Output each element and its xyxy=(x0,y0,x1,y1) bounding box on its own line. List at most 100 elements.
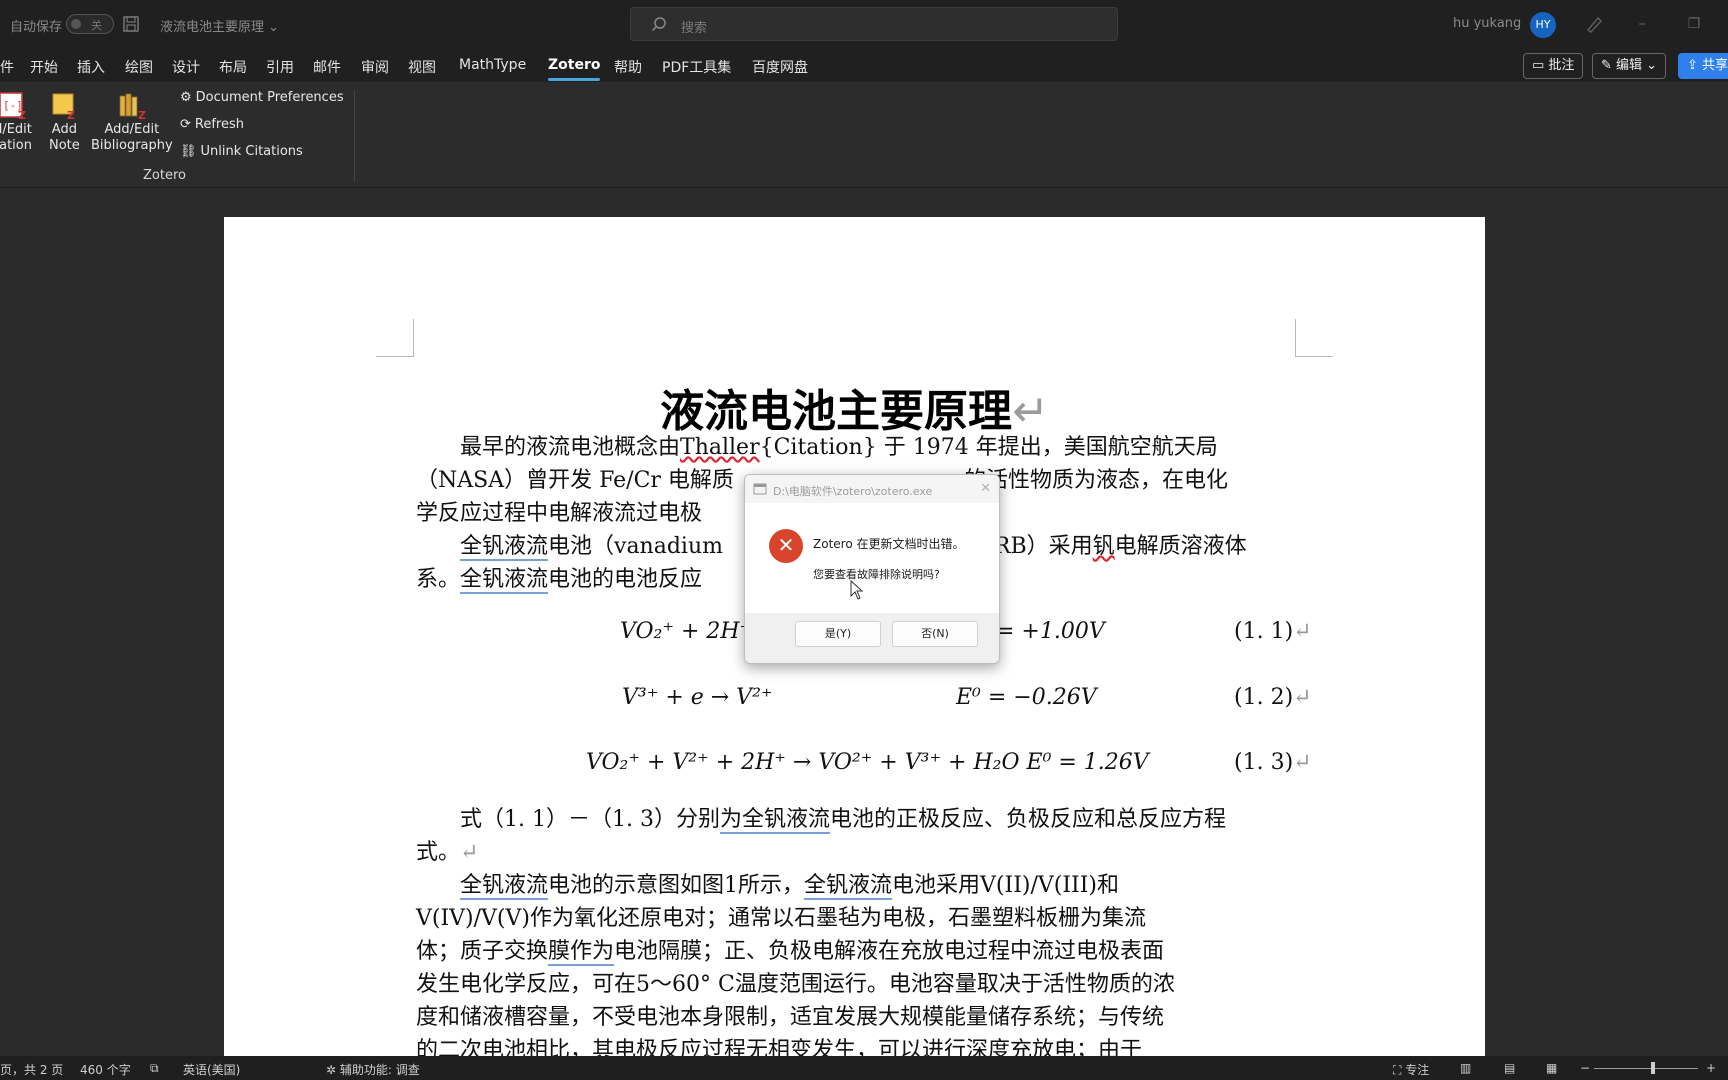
equation-1-right[interactable]: = +1.00V xyxy=(996,619,1105,644)
dialog-body: ✕ Zotero 在更新文档时出错。 您要查看故障排除说明吗? xyxy=(745,503,999,613)
menu-home[interactable]: 开始 xyxy=(30,57,58,77)
chevron-down-icon: ⌄ xyxy=(1642,58,1658,73)
error-dialog[interactable]: D:\电脑软件\zotero\zotero.exe ✕ ✕ Zotero 在更新… xyxy=(744,474,1000,664)
paragraph-line[interactable]: V(IV)/V(V)作为氧化还原电对；通常以石墨毡为电极，石墨塑料板栅为集流 xyxy=(416,902,1306,935)
page-count[interactable]: 页，共 2 页 xyxy=(0,1061,63,1078)
equation-number: (1. 3) xyxy=(1234,750,1294,775)
zoom-slider-thumb[interactable] xyxy=(1651,1062,1655,1074)
document-name-dropdown[interactable]: 液流电池主要原理 ⌄ xyxy=(160,16,279,35)
text-run: 电池隔膜；正、负极电解液在充放电过程中流过电极表面 xyxy=(614,939,1165,964)
close-icon[interactable]: ✕ xyxy=(980,481,991,496)
refresh-label: Refresh xyxy=(194,117,244,132)
restore-icon[interactable]: ❐ xyxy=(1682,12,1706,36)
gear-icon: ⚙ xyxy=(180,90,192,105)
paragraph-line[interactable]: 全钒液流电池的示意图如图1所示，全钒液流电池采用V(II)/V(III)和 xyxy=(416,869,1306,902)
margin-corner-mark xyxy=(376,319,414,357)
add-note-label-2: Note xyxy=(49,138,80,153)
zoom-in-icon[interactable]: + xyxy=(1706,1061,1716,1075)
read-mode-icon[interactable]: ▥ xyxy=(1460,1061,1471,1075)
paragraph-line[interactable]: 发生电化学反应，可在5～60° C温度范围运行。电池容量取决于活性物质的浓 xyxy=(416,968,1306,1001)
autosave-toggle[interactable]: 关 xyxy=(66,14,114,34)
comment-icon: ▭ xyxy=(1532,58,1549,73)
paragraph-line[interactable]: 最早的液流电池概念由Thaller{Citation} 于 1974 年提出，美… xyxy=(416,431,1306,464)
mouse-cursor-icon xyxy=(850,580,864,600)
menu-mathtype[interactable]: MathType xyxy=(459,57,526,73)
yes-button[interactable]: 是(Y) xyxy=(795,621,881,647)
pen-icon[interactable] xyxy=(1584,14,1604,34)
equation-2-right[interactable]: E⁰ = −0.26V xyxy=(956,685,1097,710)
menu-view[interactable]: 视图 xyxy=(408,57,436,77)
menu-insert[interactable]: 插入 xyxy=(77,57,105,77)
dialog-title-bar[interactable]: D:\电脑软件\zotero\zotero.exe ✕ xyxy=(745,475,999,503)
search-input[interactable]: 搜索 xyxy=(630,7,1118,41)
menu-file[interactable]: 件 xyxy=(0,57,14,77)
text-run: （NASA）曾开发 Fe/Cr 电解质 xyxy=(416,468,734,493)
unlink-citations-label: Unlink Citations xyxy=(200,144,303,159)
comments-button[interactable]: ▭ 批注 xyxy=(1523,53,1584,79)
add-note-label-1: Add xyxy=(51,122,77,137)
refresh-button[interactable]: ⟳ Refresh xyxy=(180,117,244,132)
text-run: 式。 xyxy=(416,840,461,865)
minimize-icon[interactable]: – xyxy=(1630,12,1654,36)
text-run: V(IV)/V(V)作为氧化还原电对；通常以石墨毡为电极，石墨塑料板栅为集流 xyxy=(416,906,1146,931)
menu-layout[interactable]: 布局 xyxy=(219,57,247,77)
zoom-out-icon[interactable]: − xyxy=(1580,1061,1590,1075)
menu-baidu-netdisk[interactable]: 百度网盘 xyxy=(752,57,808,77)
paragraph-line[interactable]: 度和储液槽容量，不受电池本身限制，适宜发展大规模能量储存系统；与传统 xyxy=(416,1001,1306,1034)
menu-bar: 件 开始 插入 绘图 设计 布局 引用 邮件 审阅 视图 MathType Zo… xyxy=(0,48,1728,82)
proofing-icon[interactable]: ⧉ xyxy=(150,1061,159,1076)
equation-1-number: (1. 1)↵ xyxy=(1234,619,1312,644)
paragraph-line[interactable]: 式（1. 1）－（1. 3）分别为全钒液流电池的正极反应、负极反应和总反应方程 xyxy=(416,803,1306,836)
menu-design[interactable]: 设计 xyxy=(172,57,200,77)
zoom-slider[interactable] xyxy=(1594,1068,1698,1069)
menu-help[interactable]: 帮助 xyxy=(614,57,642,77)
paragraph-line[interactable]: 式。↵ xyxy=(416,836,1306,869)
equation-2-left[interactable]: V³⁺ + e → V²⁺ xyxy=(622,685,773,710)
document-preferences-button[interactable]: ⚙ Document Preferences xyxy=(180,90,344,105)
user-name[interactable]: hu yukang xyxy=(1453,16,1521,31)
grammar-flag: 膜作为 xyxy=(548,939,615,966)
equation-3[interactable]: VO₂⁺ + V²⁺ + 2H⁺ → VO²⁺ + V³⁺ + H₂O E⁰ =… xyxy=(586,750,1149,775)
paragraph-mark: ↵ xyxy=(1293,750,1312,775)
unlink-citations-button[interactable]: ⛓ Unlink Citations xyxy=(180,144,303,159)
word-count[interactable]: 460 个字 xyxy=(80,1061,131,1078)
text-run: 度和储液槽容量，不受电池本身限制，适宜发展大规模能量储存系统；与传统 xyxy=(416,1005,1165,1030)
error-icon: ✕ xyxy=(769,529,803,563)
avatar[interactable]: HY xyxy=(1530,12,1556,38)
grammar-flag: 全钒液流 xyxy=(804,873,893,900)
edit-mode-button[interactable]: ✎ 编辑 ⌄ xyxy=(1592,53,1667,79)
menu-draw[interactable]: 绘图 xyxy=(125,57,153,77)
equation-1-left[interactable]: VO₂⁺ + 2H⁺ xyxy=(620,619,751,644)
add-edit-citation-label-1: d/Edit xyxy=(0,122,32,137)
print-layout-icon[interactable]: ▤ xyxy=(1504,1061,1515,1075)
citation-icon: [-] Z xyxy=(0,92,26,120)
text-run: 电池（vanadium xyxy=(548,534,723,559)
menu-zotero[interactable]: Zotero xyxy=(548,57,601,81)
text-run: 电解质溶液体 xyxy=(1114,534,1247,559)
menu-review[interactable]: 审阅 xyxy=(361,57,389,77)
citation-field[interactable]: {Citation} xyxy=(760,435,877,460)
refresh-icon: ⟳ xyxy=(180,117,191,132)
save-icon[interactable] xyxy=(122,15,140,33)
language-indicator[interactable]: 英语(美国) xyxy=(183,1061,240,1078)
menu-references[interactable]: 引用 xyxy=(266,57,294,77)
paragraph-line[interactable]: 体；质子交换膜作为电池隔膜；正、负极电解液在充放电过程中流过电极表面 xyxy=(416,935,1306,968)
accessibility-icon: ✲ xyxy=(326,1063,340,1077)
paragraph-mark: ↵ xyxy=(460,840,479,865)
add-edit-bibliography-button[interactable]: Z Add/Edit Bibliography xyxy=(91,90,173,154)
add-edit-citation-button[interactable]: [-] Z d/Edit tation xyxy=(0,90,32,154)
document-heading[interactable]: 液流电池主要原理↵ xyxy=(224,375,1485,439)
accessibility-indicator[interactable]: ✲ 辅助功能: 调查 xyxy=(326,1061,420,1078)
grammar-flag: 全钒液流 xyxy=(460,567,549,594)
focus-label: 专注 xyxy=(1405,1063,1430,1077)
share-button[interactable]: ⇪ 共享 xyxy=(1678,53,1728,79)
text-run: 于 1974 年提出，美国航空航天局 xyxy=(883,435,1218,460)
svg-text:Z: Z xyxy=(67,109,75,120)
focus-mode-button[interactable]: ⛶ 专注 xyxy=(1393,1061,1429,1078)
menu-pdf-tools[interactable]: PDF工具集 xyxy=(662,57,731,77)
menu-mailings[interactable]: 邮件 xyxy=(313,57,341,77)
no-button[interactable]: 否(N) xyxy=(892,621,978,647)
ribbon-group-label: Zotero xyxy=(143,168,186,183)
web-layout-icon[interactable]: ▦ xyxy=(1546,1061,1557,1075)
add-note-button[interactable]: Z Add Note xyxy=(49,90,80,154)
